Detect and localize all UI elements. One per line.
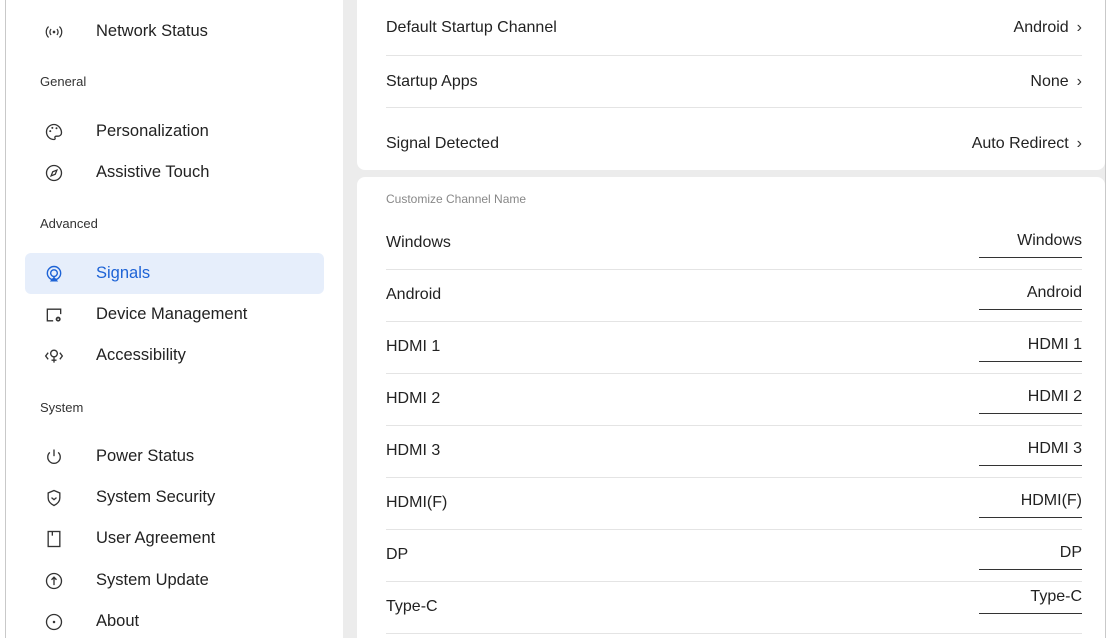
channel-name: DP bbox=[386, 546, 409, 563]
compass-icon bbox=[43, 162, 65, 184]
channel-name-input[interactable] bbox=[979, 381, 1082, 414]
section-label-advanced: Advanced bbox=[40, 216, 98, 231]
sidebar-item-label: Device Management bbox=[96, 305, 248, 323]
channel-row-hdmi2: HDMI 2 bbox=[386, 373, 1082, 426]
channel-name-input[interactable] bbox=[979, 537, 1082, 570]
sidebar-item-device-management[interactable]: Device Management bbox=[25, 294, 324, 335]
customize-channel-card: Customize Channel Name Windows Android H… bbox=[357, 177, 1105, 638]
customize-channel-title: Customize Channel Name bbox=[386, 192, 527, 206]
sidebar-item-label: User Agreement bbox=[96, 529, 216, 547]
channel-name: HDMI 3 bbox=[386, 442, 441, 459]
sidebar-item-about[interactable]: About bbox=[25, 601, 324, 638]
startup-settings-card: Default Startup Channel Android › Startu… bbox=[357, 0, 1105, 170]
sidebar-item-label: System Security bbox=[96, 488, 216, 506]
sidebar-item-label: Personalization bbox=[96, 122, 209, 140]
section-label-system: System bbox=[40, 400, 84, 415]
setting-value: None › bbox=[1030, 73, 1082, 91]
sidebar-item-accessibility[interactable]: Accessibility bbox=[25, 335, 324, 376]
setting-value: Auto Redirect › bbox=[972, 135, 1082, 153]
channel-name-input[interactable] bbox=[979, 225, 1082, 258]
sidebar-item-personalization[interactable]: Personalization bbox=[25, 111, 324, 152]
power-icon bbox=[43, 446, 65, 468]
sidebar-item-label: Power Status bbox=[96, 447, 195, 465]
setting-label: Signal Detected bbox=[386, 135, 499, 152]
channel-name: Android bbox=[386, 286, 442, 303]
channel-row-hdmi1: HDMI 1 bbox=[386, 321, 1082, 374]
signal-detected-row[interactable]: Signal Detected Auto Redirect › bbox=[386, 118, 1082, 170]
sidebar-item-label: System Update bbox=[96, 571, 209, 589]
sidebar-item-network-status[interactable]: Network Status bbox=[25, 11, 324, 52]
update-arrow-icon bbox=[43, 570, 65, 592]
default-startup-channel-row[interactable]: Default Startup Channel Android › bbox=[386, 0, 1082, 56]
sidebar-item-system-security[interactable]: System Security bbox=[25, 477, 324, 518]
device-gear-icon bbox=[43, 304, 65, 326]
channel-name-input[interactable] bbox=[979, 581, 1082, 614]
bookmark-icon bbox=[43, 528, 65, 550]
channel-row-hdmi3: HDMI 3 bbox=[386, 425, 1082, 478]
sidebar-item-label: Network Status bbox=[96, 22, 208, 40]
signal-detected-value: Auto Redirect bbox=[971, 135, 1069, 152]
signal-icon bbox=[43, 263, 65, 285]
default-startup-channel-value: Android bbox=[1013, 18, 1069, 36]
accessibility-icon bbox=[43, 345, 65, 367]
channel-name-input[interactable] bbox=[979, 329, 1082, 362]
channel-name: HDMI 1 bbox=[386, 338, 441, 355]
chevron-right-icon: › bbox=[1076, 18, 1082, 36]
channel-row-android: Android bbox=[386, 269, 1082, 322]
chevron-right-icon: › bbox=[1076, 135, 1082, 152]
section-label-general: General bbox=[40, 74, 87, 89]
setting-value: Android › bbox=[1014, 19, 1082, 37]
sidebar-item-assistive-touch[interactable]: Assistive Touch bbox=[25, 152, 324, 193]
sidebar-item-system-update[interactable]: System Update bbox=[25, 560, 324, 601]
sidebar-item-power-status[interactable]: Power Status bbox=[25, 436, 324, 477]
channel-row-type-c: Type-C bbox=[386, 581, 1082, 634]
network-icon bbox=[43, 21, 65, 43]
setting-label: Startup Apps bbox=[386, 72, 478, 90]
sidebar-item-label: Signals bbox=[96, 264, 151, 282]
main-panel: Default Startup Channel Android › Startu… bbox=[343, 0, 1105, 638]
channel-name: Type-C bbox=[386, 598, 438, 615]
chevron-right-icon: › bbox=[1076, 72, 1082, 90]
channel-row-hdmif: HDMI(F) bbox=[386, 477, 1082, 530]
startup-apps-value: None bbox=[1030, 72, 1069, 90]
startup-apps-row[interactable]: Startup Apps None › bbox=[386, 56, 1082, 108]
info-dot-icon bbox=[43, 611, 65, 633]
channel-name-input[interactable] bbox=[979, 277, 1082, 310]
channel-name: HDMI 2 bbox=[386, 390, 441, 407]
palette-icon bbox=[43, 121, 65, 143]
channel-row-windows: Windows bbox=[386, 217, 1082, 270]
sidebar-item-label: About bbox=[96, 612, 140, 630]
sidebar-item-label: Assistive Touch bbox=[96, 163, 210, 181]
sidebar-item-signals[interactable]: Signals bbox=[25, 253, 324, 294]
channel-row-dp: DP bbox=[386, 529, 1082, 582]
shield-icon bbox=[43, 487, 65, 509]
settings-window: Network Status General Personalization A… bbox=[5, 0, 1106, 638]
sidebar-item-label: Accessibility bbox=[96, 346, 186, 364]
channel-name-input[interactable] bbox=[979, 433, 1082, 466]
sidebar-item-user-agreement[interactable]: User Agreement bbox=[25, 518, 324, 559]
channel-name: HDMI(F) bbox=[386, 494, 448, 511]
setting-label: Default Startup Channel bbox=[386, 18, 557, 36]
sidebar: Network Status General Personalization A… bbox=[6, 0, 343, 638]
channel-name: Windows bbox=[386, 234, 451, 251]
channel-name-input[interactable] bbox=[979, 485, 1082, 518]
